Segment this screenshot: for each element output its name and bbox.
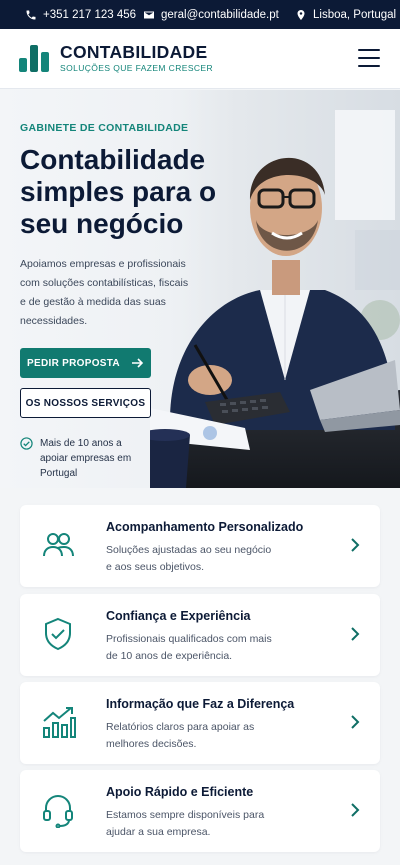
- trust-badge: Mais de 10 anos a apoiar empresas em Por…: [20, 436, 150, 481]
- feature-title: Apoio Rápido e Eficiente: [106, 785, 254, 799]
- feature-card-support[interactable]: Apoio Rápido e Eficiente Estamos sempre …: [20, 770, 380, 852]
- feature-desc: Relatórios claros para apoiar as melhore…: [106, 721, 255, 750]
- site-header: CONTABILIDADE SOLUÇÕES QUE FAZEM CRESCER: [0, 29, 400, 89]
- phone-number: +351 217 123 456: [43, 8, 137, 21]
- hero-eyebrow: GABINETE DE CONTABILIDADE: [20, 122, 189, 134]
- location-text: Lisboa, Portugal: [313, 8, 397, 21]
- feature-card-personalized[interactable]: Acompanhamento Personalizado Soluções aj…: [20, 505, 380, 587]
- check-circle-icon: [20, 437, 33, 450]
- feature-title: Informação que Faz a Diferença: [106, 697, 295, 711]
- arrow-right-icon: [131, 358, 144, 368]
- our-services-button[interactable]: OS NOSSOS SERVIÇOS: [20, 388, 151, 418]
- feature-title: Confiança e Experiência: [106, 609, 251, 623]
- feature-title: Acompanhamento Personalizado: [106, 520, 304, 534]
- hero-section: GABINETE DE CONTABILIDADE Contabilidade …: [0, 90, 400, 488]
- top-contact-bar: +351 217 123 456 geral@contabilidade.pt …: [0, 0, 400, 29]
- chevron-right-icon: [351, 715, 360, 729]
- brand-name: CONTABILIDADE: [60, 42, 208, 62]
- brand-tagline: SOLUÇÕES QUE FAZEM CRESCER: [60, 63, 214, 73]
- users-icon: [43, 533, 74, 557]
- hamburger-menu-icon[interactable]: [358, 49, 380, 67]
- headset-icon: [43, 795, 73, 828]
- chevron-right-icon: [351, 803, 360, 817]
- feature-desc: Estamos sempre disponíveis para ajudar a…: [106, 809, 265, 838]
- brand-logo[interactable]: CONTABILIDADE SOLUÇÕES QUE FAZEM CRESCER: [19, 43, 213, 73]
- logo-bars-icon: [19, 44, 50, 72]
- request-proposal-button[interactable]: PEDIR PROPOSTA: [20, 348, 151, 378]
- phone-icon: [26, 10, 36, 19]
- email-address: geral@contabilidade.pt: [161, 8, 279, 21]
- feature-card-trust[interactable]: Confiança e Experiência Profissionais qu…: [20, 594, 380, 676]
- chevron-right-icon: [351, 538, 360, 552]
- request-proposal-label: PEDIR PROPOSTA: [27, 357, 120, 369]
- email-link[interactable]: geral@contabilidade.pt: [143, 0, 279, 29]
- our-services-label: OS NOSSOS SERVIÇOS: [25, 397, 146, 409]
- growth-chart-icon: [43, 707, 76, 738]
- feature-card-reports[interactable]: Informação que Faz a Diferença Relatório…: [20, 682, 380, 764]
- chevron-right-icon: [351, 627, 360, 641]
- shield-check-icon: [45, 617, 71, 651]
- map-pin-icon: [297, 9, 305, 20]
- phone-link[interactable]: +351 217 123 456: [25, 0, 136, 29]
- trust-text: Mais de 10 anos a apoiar empresas em Por…: [40, 438, 132, 479]
- hero-lead: Apoiamos empresas e profissionais com so…: [20, 258, 189, 327]
- hero-title: Contabilidade simples para o seu negócio: [20, 144, 217, 239]
- feature-desc: Soluções ajustadas ao seu negócio e aos …: [106, 544, 272, 573]
- location-link[interactable]: Lisboa, Portugal: [295, 0, 396, 29]
- mail-icon: [144, 11, 154, 18]
- feature-desc: Profissionais qualificados com mais de 1…: [106, 633, 272, 662]
